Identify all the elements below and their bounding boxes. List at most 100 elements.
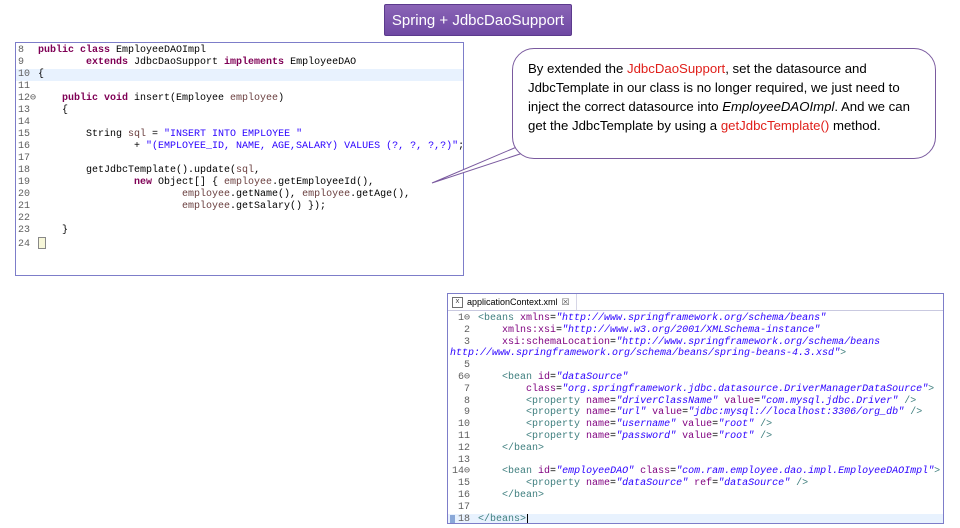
line-number: 23 <box>18 225 31 236</box>
java-token: extends <box>86 57 135 68</box>
java-line: 19 new Object[] { employee.getEmployeeId… <box>16 177 463 189</box>
close-icon[interactable]: ☒ <box>562 297 570 308</box>
xml-line: 17 <box>448 502 943 514</box>
line-number: 21 <box>18 201 31 212</box>
java-line: 23 } <box>16 225 463 237</box>
java-token: ; <box>458 141 464 152</box>
xml-token: "dataSource" <box>616 478 689 490</box>
xml-line: 16 </bean> <box>448 490 943 502</box>
xml-token: <bean <box>502 466 539 478</box>
xml-line: 7 class="org.springframework.jdbc.dataso… <box>448 384 943 396</box>
xml-token: > <box>928 383 935 395</box>
java-token: getJdbcTemplate().update( <box>38 165 237 176</box>
java-line: 22 <box>16 213 463 225</box>
xml-token: "com.mysql.jdbc.Driver" <box>760 395 899 407</box>
line-number: 13 <box>18 105 31 116</box>
xml-line: 8 <property name="driverClassName" value… <box>448 396 943 408</box>
xml-token: id <box>538 371 551 383</box>
line-number: 6⊖ <box>457 371 470 383</box>
xml-token: xmlns <box>520 313 551 324</box>
xml-token: <beans <box>478 313 521 324</box>
java-token: insert(Employee <box>134 93 231 104</box>
xml-code-editor[interactable]: x applicationContext.xml ☒ 1⊖ <beans xmln… <box>447 293 944 524</box>
java-token: .getEmployeeId(), <box>272 177 375 188</box>
java-line: 11 <box>16 81 463 93</box>
xml-token <box>478 384 526 395</box>
xml-token <box>478 419 526 430</box>
xml-line: http://www.springframework.org/schema/be… <box>448 348 943 360</box>
xml-token: /> <box>910 407 923 419</box>
java-line: 10 { <box>16 69 463 81</box>
java-token: public class <box>38 45 117 56</box>
xml-token <box>478 431 526 442</box>
xml-token <box>478 372 502 383</box>
xml-token <box>478 407 526 418</box>
java-token <box>38 93 62 104</box>
java-code-editor[interactable]: 8 public class EmployeeDAOImpl 9 extends J… <box>15 42 464 276</box>
xml-token <box>478 325 502 336</box>
java-token: = <box>146 129 165 140</box>
java-token <box>38 57 86 68</box>
java-token: .getAge(), <box>350 189 411 200</box>
xml-token: value <box>682 419 713 431</box>
java-line: 14 <box>16 117 463 129</box>
line-number: 18 <box>18 165 31 176</box>
line-number: 3 <box>463 336 470 348</box>
java-token: Object[] { <box>158 177 225 188</box>
line-number: 11 <box>457 430 470 442</box>
xml-token: name <box>586 478 611 490</box>
xml-token: "employeeDAO" <box>556 466 635 478</box>
xml-token: <property <box>526 478 587 490</box>
java-token: .getSalary() }); <box>230 201 327 212</box>
tab-application-context[interactable]: x applicationContext.xml ☒ <box>448 294 577 310</box>
java-token: JdbcDaoSupport <box>134 57 225 68</box>
line-number: 2 <box>463 324 470 336</box>
xml-token: xsi:schemaLocation <box>502 336 611 348</box>
xml-code-body[interactable]: 1⊖ <beans xmlns="http://www.springframewo… <box>448 311 943 524</box>
xml-token: "dataSource" <box>556 371 629 383</box>
java-line: 12⊖ public void insert(Employee employee… <box>16 93 463 105</box>
line-number: 1⊖ <box>457 313 470 324</box>
xml-token: </beans> <box>478 513 527 524</box>
text-caret: ​ <box>527 513 529 523</box>
line-number: 20 <box>18 189 31 200</box>
java-token: employee <box>224 177 273 188</box>
xml-token: "driverClassName" <box>616 395 719 407</box>
xml-token: "com.ram.employee.dao.impl.EmployeeDAOIm… <box>676 466 935 478</box>
xml-token: name <box>586 419 611 431</box>
java-token: employee <box>230 93 279 104</box>
xml-token: <property <box>526 395 587 407</box>
xml-line: 2 xmlns:xsi="http://www.w3.org/2001/XMLS… <box>448 325 943 337</box>
callout-text-1: By extended the <box>528 61 627 76</box>
line-number: 22 <box>18 213 31 224</box>
java-line: 15 String sql = "INSERT INTO EMPLOYEE " <box>16 129 463 141</box>
xml-line: 18</beans>​ <box>448 513 943 524</box>
java-line: 16 + "(EMPLOYEE_ID, NAME, AGE,SALARY) VA… <box>16 141 463 153</box>
line-number: 17 <box>18 153 31 164</box>
xml-token: <property <box>526 407 587 419</box>
line-number: 12 <box>457 442 470 454</box>
java-token: implements <box>224 57 291 68</box>
xml-token: xmlns:xsi <box>502 324 557 336</box>
xml-line: 1⊖ <beans xmlns="http://www.springframewo… <box>448 313 943 325</box>
xml-token: "root" <box>718 430 755 442</box>
java-token: public void <box>62 93 135 104</box>
java-line: 21 employee.getSalary() }); <box>16 201 463 213</box>
xml-token: "root" <box>718 419 755 431</box>
line-number: 8 <box>463 395 470 407</box>
line-number: 15 <box>18 129 31 140</box>
java-token: sql <box>236 165 255 176</box>
xml-token: > <box>934 466 941 478</box>
java-token: sql <box>128 129 147 140</box>
xml-token: "jdbc:mysql://localhost:3306/org_db" <box>688 407 905 419</box>
xml-token <box>478 443 502 454</box>
xml-line: 14⊖ <bean id="employeeDAO" class="com.ra… <box>448 466 943 478</box>
line-number: 10 <box>457 419 470 431</box>
line-number: 12⊖ <box>18 93 37 104</box>
line-number: 14⊖ <box>451 466 470 478</box>
xml-token: <property <box>526 419 587 431</box>
java-token: ) <box>278 93 285 104</box>
line-number: 14 <box>18 117 31 128</box>
xml-token: "http://www.springframework.org/schema/b… <box>616 336 881 348</box>
xml-line: 15 <property name="dataSource" ref="data… <box>448 478 943 490</box>
